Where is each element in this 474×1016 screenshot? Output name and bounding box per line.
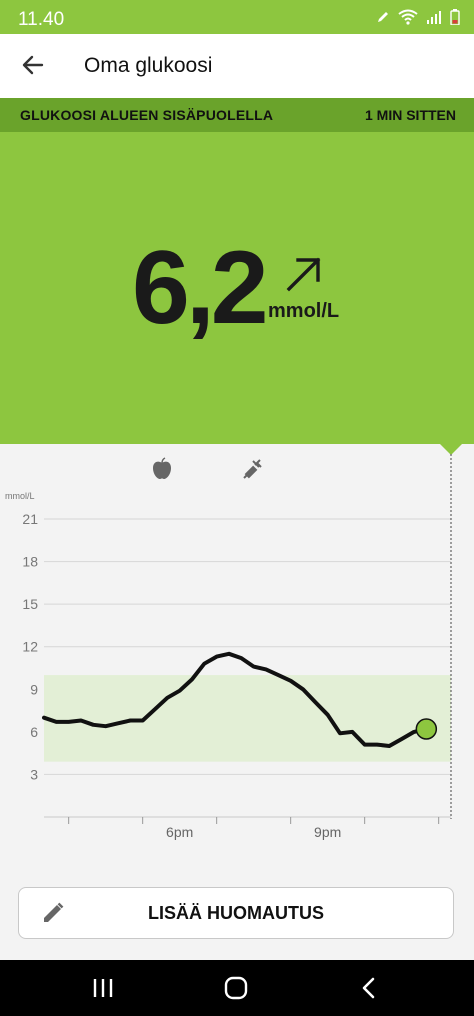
current-reading-panel: 6,2 mmol/L [0,132,474,444]
y-tick-label: 12 [22,639,38,655]
signal-icon [427,11,441,24]
y-axis-unit-label: mmol/L [5,491,35,501]
trend-up-right-arrow-icon [286,257,321,292]
x-tick-label: 6pm [166,824,193,840]
glucose-graph-svg: mmol/L 3 6 9 12 15 18 21 6pm 9pm [5,444,462,840]
app-bar: Oma glukoosi [0,34,474,98]
y-tick-label: 6 [30,724,38,740]
back-arrow-icon[interactable] [20,52,46,78]
current-reading-point [415,718,438,740]
status-icons [376,9,460,25]
range-status-text: GLUKOOSI ALUEEN SISÄPUOLELLA [20,107,274,123]
glucose-graph[interactable]: mmol/L 3 6 9 12 15 18 21 6pm 9pm [0,444,474,876]
syringe-icon [243,459,262,479]
page-title: Oma glukoosi [84,54,213,77]
y-tick-label: 15 [22,596,38,612]
status-bar: 11.40 [0,0,474,34]
y-tick-label: 3 [30,766,38,782]
y-tick-label: 18 [22,554,38,570]
reading-age-text: 1 MIN SITTEN [364,107,456,123]
apple-icon [153,457,171,479]
y-tick-label: 9 [30,681,38,697]
current-time-marker [440,444,462,455]
home-icon[interactable] [224,976,248,1000]
x-tick-label: 9pm [314,824,341,840]
nav-back-icon[interactable] [357,976,381,1000]
glucose-status-banner: GLUKOOSI ALUEEN SISÄPUOLELLA 1 MIN SITTE… [0,98,474,132]
add-note-area: LISÄÄ HUOMAUTUS [0,876,474,960]
add-note-button[interactable]: LISÄÄ HUOMAUTUS [18,887,454,939]
target-range-band [44,675,451,762]
edit-indicator-icon [378,12,388,22]
system-nav-bar [0,960,474,1016]
status-time: 11.40 [18,9,65,30]
add-note-label: LISÄÄ HUOMAUTUS [148,903,324,923]
glucose-value: 6,2 [132,230,269,346]
glucose-unit: mmol/L [268,300,340,322]
battery-icon [450,9,460,25]
recent-apps-icon[interactable] [91,976,115,1000]
wifi-icon [398,9,418,25]
y-tick-label: 21 [22,511,38,527]
